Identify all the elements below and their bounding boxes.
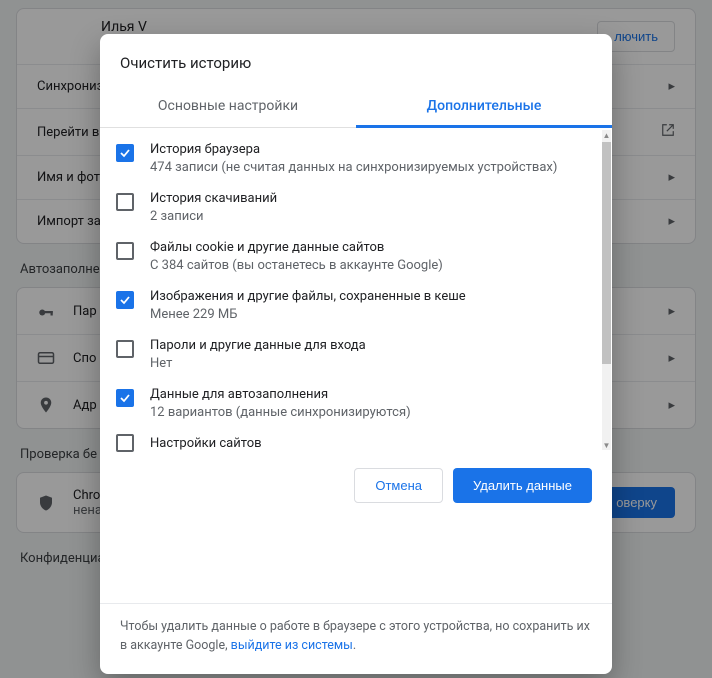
- clear-data-button[interactable]: Удалить данные: [453, 468, 592, 503]
- checkbox[interactable]: [116, 340, 134, 358]
- option-title: История браузера: [150, 142, 557, 157]
- checkbox[interactable]: [116, 389, 134, 407]
- option-row: Настройки сайтов: [106, 428, 602, 452]
- dialog-tabs: Основные настройки Дополнительные: [100, 86, 612, 128]
- dialog-footer: Чтобы удалить данные о работе в браузере…: [100, 603, 612, 674]
- option-title: История скачиваний: [150, 191, 277, 206]
- option-title: Пароли и другие данные для входа: [150, 338, 366, 353]
- option-subtitle: С 384 сайтов (вы останетесь в аккаунте G…: [150, 258, 443, 273]
- option-title: Настройки сайтов: [150, 436, 262, 451]
- checkbox[interactable]: [116, 144, 134, 162]
- option-row: Файлы cookie и другие данные сайтов С 384…: [106, 232, 602, 281]
- scrollbar-thumb[interactable]: [602, 142, 611, 364]
- option-subtitle: 12 вариантов (данные синхронизируются): [150, 405, 411, 420]
- dialog-actions: Отмена Удалить данные: [100, 452, 612, 521]
- scrollbar-track[interactable]: ▲ ▼: [602, 130, 611, 450]
- dialog-options-list: История браузера 474 записи (не считая да…: [100, 128, 612, 452]
- sign-out-link[interactable]: выйдите из системы: [231, 638, 353, 653]
- scroll-down-icon[interactable]: ▼: [602, 440, 611, 450]
- option-title: Изображения и другие файлы, сохраненные …: [150, 289, 466, 304]
- checkbox[interactable]: [116, 242, 134, 260]
- option-row: Данные для автозаполнения 12 вариантов (д…: [106, 379, 602, 428]
- option-subtitle: 2 записи: [150, 209, 277, 224]
- option-row: История скачиваний 2 записи: [106, 183, 602, 232]
- scroll-up-icon[interactable]: ▲: [602, 130, 611, 140]
- option-row: Изображения и другие файлы, сохраненные …: [106, 281, 602, 330]
- option-subtitle: 474 записи (не считая данных на синхрони…: [150, 160, 557, 175]
- checkbox[interactable]: [116, 193, 134, 211]
- modal-overlay: Очистить историю Основные настройки Допо…: [0, 0, 712, 678]
- tab-basic[interactable]: Основные настройки: [100, 86, 356, 127]
- clear-browsing-data-dialog: Очистить историю Основные настройки Допо…: [100, 34, 612, 674]
- tab-advanced[interactable]: Дополнительные: [356, 86, 612, 127]
- option-row: Пароли и другие данные для входа Нет: [106, 330, 602, 379]
- dialog-title: Очистить историю: [100, 34, 612, 86]
- cancel-button[interactable]: Отмена: [354, 468, 443, 503]
- option-subtitle: Менее 229 МБ: [150, 307, 466, 322]
- option-title: Файлы cookie и другие данные сайтов: [150, 240, 443, 255]
- option-row: История браузера 474 записи (не считая да…: [106, 134, 602, 183]
- option-subtitle: Нет: [150, 356, 366, 371]
- checkbox[interactable]: [116, 291, 134, 309]
- option-title: Данные для автозаполнения: [150, 387, 411, 402]
- checkbox[interactable]: [116, 434, 134, 452]
